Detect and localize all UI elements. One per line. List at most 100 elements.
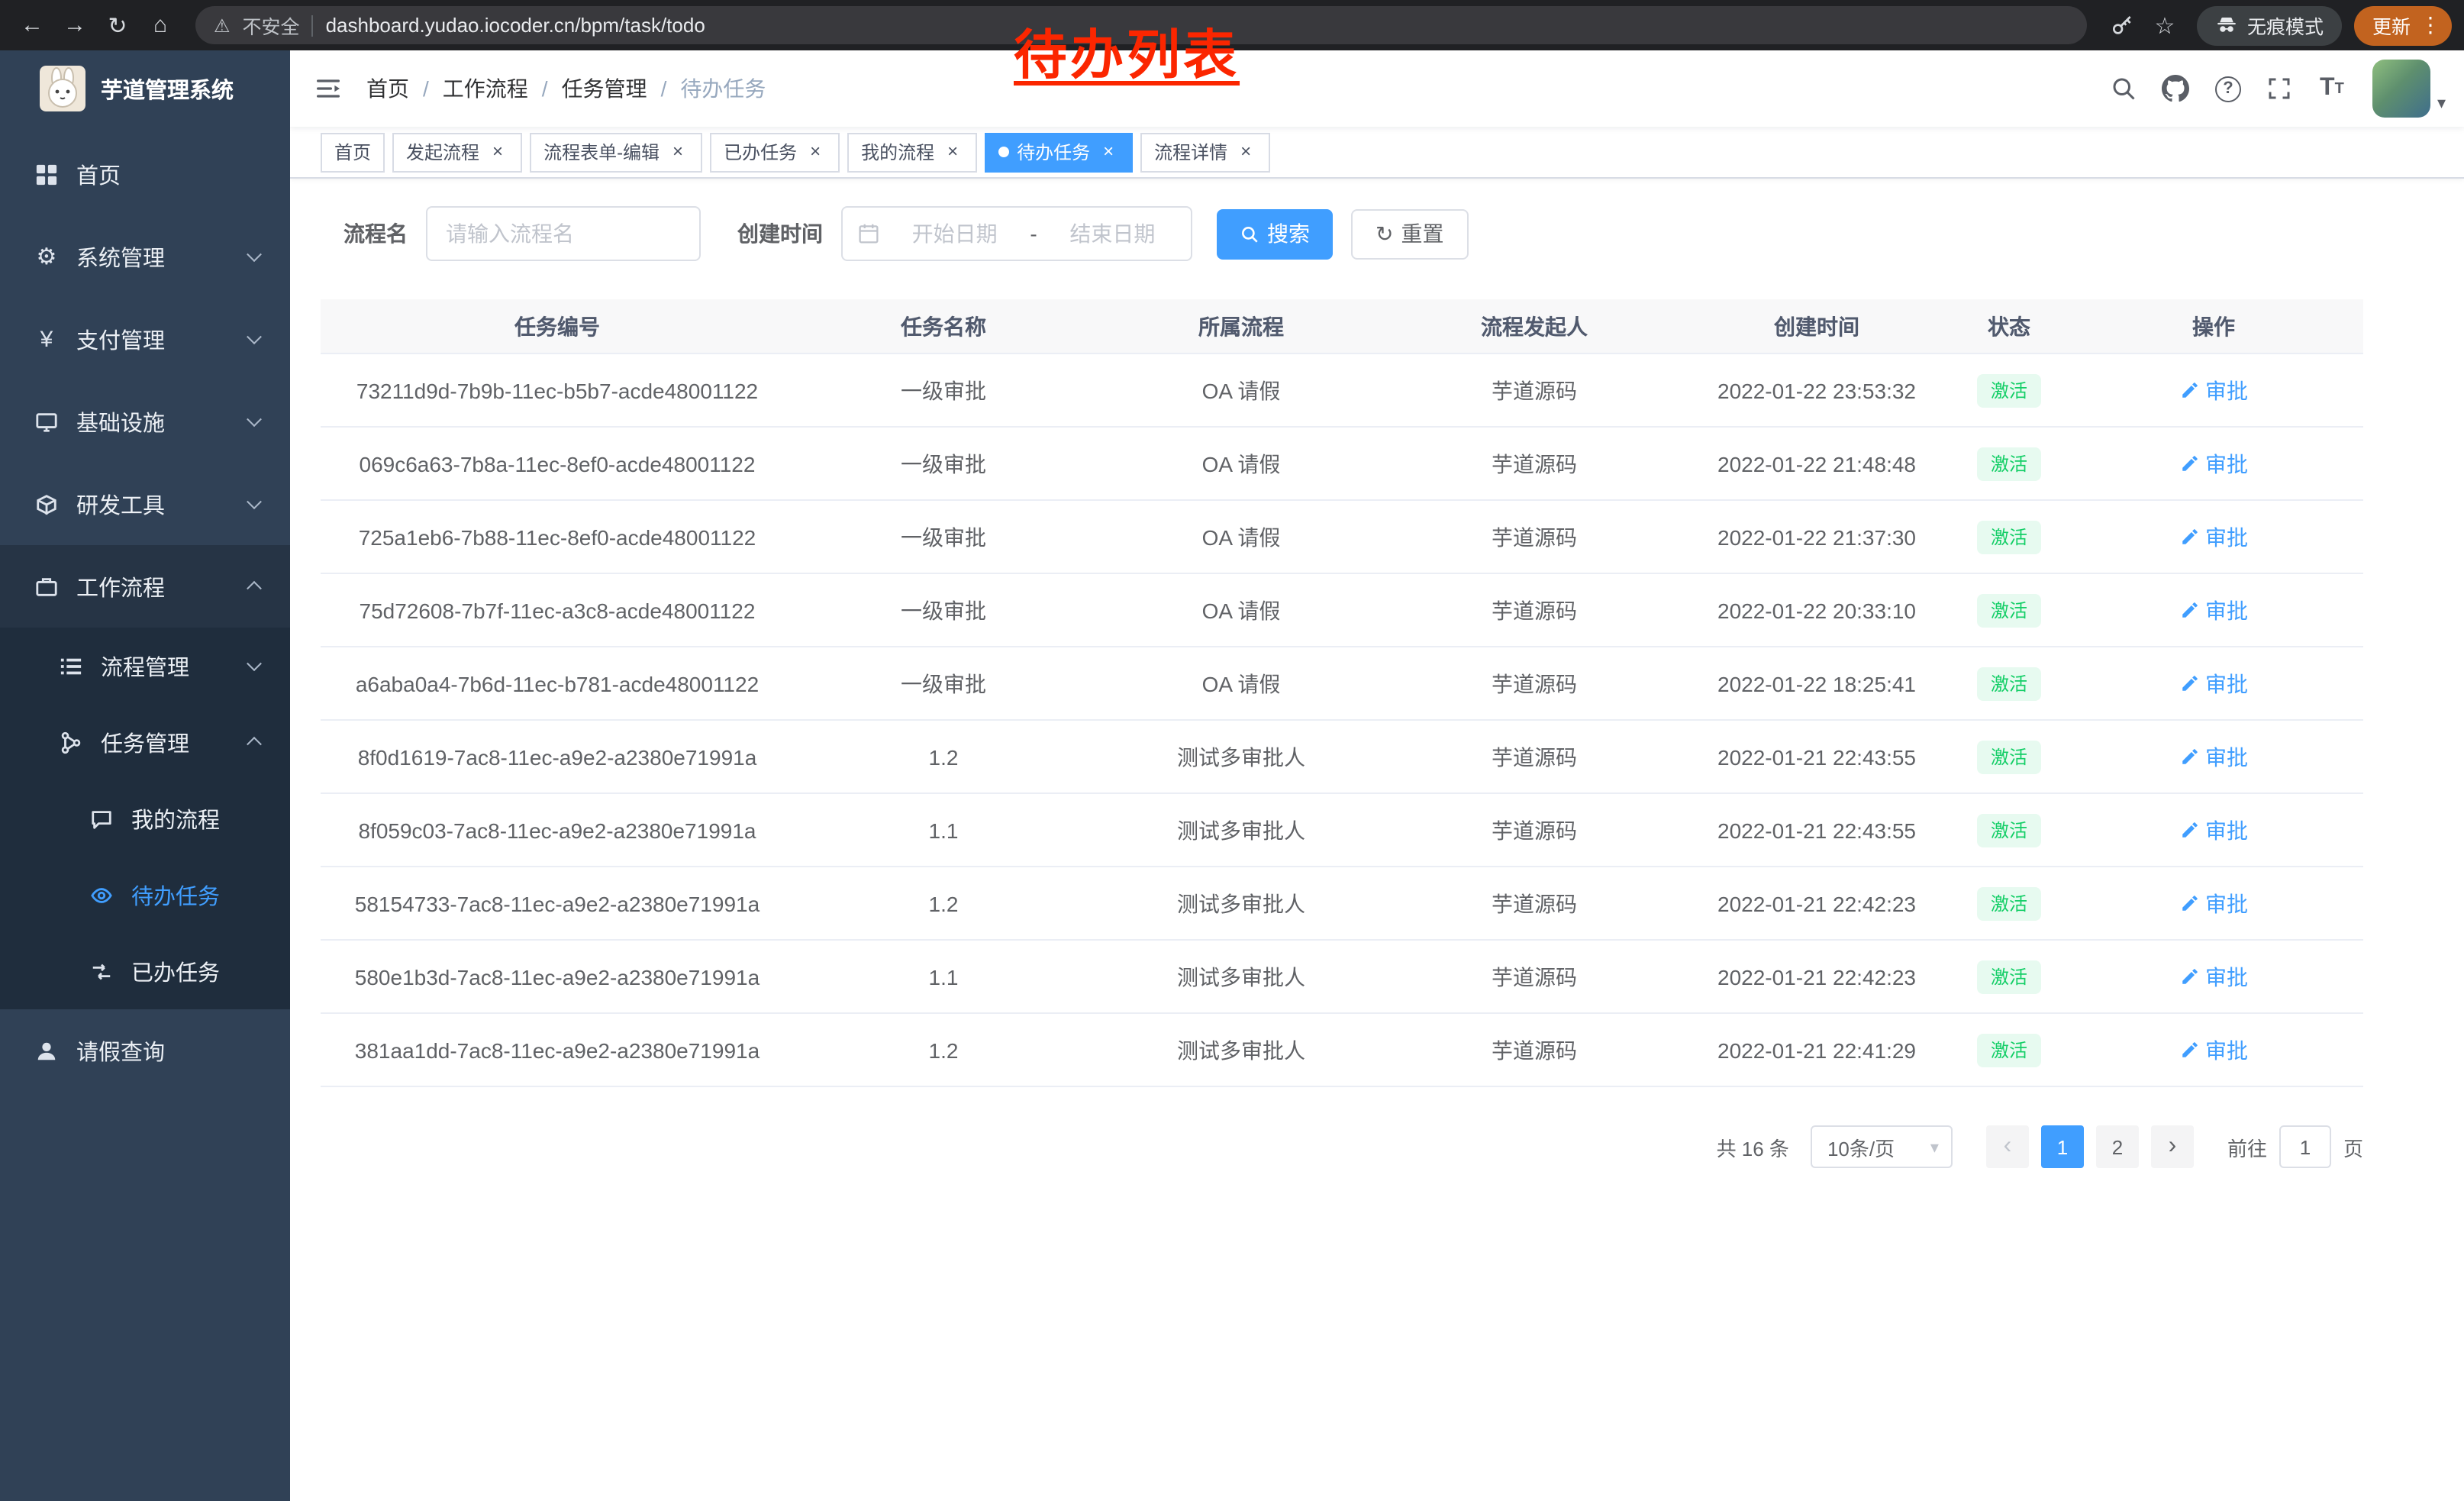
menu-dots-icon[interactable]: ⋮: [2418, 12, 2443, 38]
home-icon[interactable]: ⌂: [140, 5, 180, 45]
search-button[interactable]: 搜索: [1217, 208, 1333, 259]
status-cell: 激活: [1954, 520, 2064, 554]
back-icon[interactable]: ←: [12, 5, 52, 45]
approve-link[interactable]: 审批: [2179, 375, 2248, 405]
hamburger-icon[interactable]: [290, 73, 366, 104]
sidebar-item-process-management[interactable]: 流程管理: [0, 628, 290, 704]
close-icon[interactable]: ×: [1235, 141, 1256, 163]
breadcrumb-item[interactable]: 工作流程: [443, 73, 528, 104]
star-icon[interactable]: ☆: [2145, 5, 2185, 45]
tab-todo-tasks[interactable]: 待办任务 ×: [985, 132, 1133, 172]
font-size-icon[interactable]: TT: [2309, 66, 2355, 111]
page-button-1[interactable]: 1: [2041, 1125, 2084, 1168]
goto-label: 前往: [2227, 1132, 2267, 1161]
status-cell: 激活: [1954, 1033, 2064, 1067]
tab-home[interactable]: 首页: [321, 132, 385, 172]
status-cell: 激活: [1954, 960, 2064, 993]
close-icon[interactable]: ×: [805, 141, 826, 163]
sidebar-item-system[interactable]: ⚙ 系统管理: [0, 215, 290, 298]
tab-form-edit[interactable]: 流程表单-编辑 ×: [530, 132, 702, 172]
github-icon[interactable]: [2153, 66, 2199, 111]
status-badge: 激活: [1977, 960, 2041, 993]
status-cell: 激活: [1954, 740, 2064, 773]
update-button[interactable]: 更新 ⋮: [2354, 5, 2452, 45]
search-icon[interactable]: [2101, 66, 2147, 111]
approve-label: 审批: [2205, 521, 2248, 552]
breadcrumb-item[interactable]: 首页: [366, 73, 409, 104]
goto-unit-label: 页: [2343, 1132, 2363, 1161]
top-navbar: 首页 / 工作流程 / 任务管理 / 待办任务 ?: [290, 50, 2464, 127]
approve-link[interactable]: 审批: [2179, 595, 2248, 625]
approve-label: 审批: [2205, 448, 2248, 479]
process-name-input[interactable]: [426, 206, 701, 261]
approve-link[interactable]: 审批: [2179, 668, 2248, 699]
tab-process-detail[interactable]: 流程详情 ×: [1140, 132, 1270, 172]
sidebar-item-home[interactable]: 首页: [0, 133, 290, 215]
fullscreen-icon[interactable]: [2257, 66, 2303, 111]
edit-icon: [2179, 454, 2199, 473]
column-header: 流程发起人: [1389, 311, 1679, 341]
approve-link[interactable]: 审批: [2179, 961, 2248, 992]
sidebar-item-task-management[interactable]: 任务管理: [0, 704, 290, 780]
address-bar[interactable]: ⚠ 不安全 dashboard.yudao.iocoder.cn/bpm/tas…: [195, 6, 2087, 44]
sidebar-item-my-process[interactable]: 我的流程: [0, 780, 290, 857]
reset-button[interactable]: ↻ 重置: [1351, 208, 1468, 259]
status-cell: 激活: [1954, 667, 2064, 700]
process-name-label: 流程名: [343, 218, 408, 249]
key-icon[interactable]: [2102, 5, 2142, 45]
approve-link[interactable]: 审批: [2179, 448, 2248, 479]
task-id-cell: 381aa1dd-7ac8-11ec-a9e2-a2380e71991a: [321, 1038, 794, 1062]
date-range-picker[interactable]: 开始日期 - 结束日期: [841, 206, 1192, 261]
forward-icon[interactable]: →: [55, 5, 95, 45]
breadcrumb-current: 待办任务: [680, 73, 766, 104]
goto-page-input[interactable]: [2279, 1125, 2331, 1168]
column-header: 操作: [2064, 311, 2363, 341]
column-header: 状态: [1954, 311, 2064, 341]
approve-label: 审批: [2205, 888, 2248, 918]
sidebar-item-devtools[interactable]: 研发工具: [0, 463, 290, 545]
tab-done-tasks[interactable]: 已办任务 ×: [710, 132, 840, 172]
sidebar-item-done-tasks[interactable]: 已办任务: [0, 933, 290, 1009]
tab-start-process[interactable]: 发起流程 ×: [392, 132, 522, 172]
status-cell: 激活: [1954, 447, 2064, 480]
logo[interactable]: 芋道管理系统: [0, 50, 290, 127]
approve-link[interactable]: 审批: [2179, 741, 2248, 772]
close-icon[interactable]: ×: [667, 141, 689, 163]
approve-link[interactable]: 审批: [2179, 888, 2248, 918]
edit-icon: [2179, 527, 2199, 547]
edit-icon: [2179, 820, 2199, 840]
next-page-button[interactable]: ›: [2151, 1125, 2194, 1168]
approve-link[interactable]: 审批: [2179, 521, 2248, 552]
sidebar-item-todo-tasks[interactable]: 待办任务: [0, 857, 290, 933]
sidebar-item-workflow[interactable]: 工作流程: [0, 545, 290, 628]
tab-my-process[interactable]: 我的流程 ×: [847, 132, 977, 172]
sidebar-item-leave-query[interactable]: 请假查询: [0, 1009, 290, 1092]
sidebar-item-payment[interactable]: ¥ 支付管理: [0, 298, 290, 380]
page-button-2[interactable]: 2: [2096, 1125, 2139, 1168]
sidebar-item-infrastructure[interactable]: 基础设施: [0, 380, 290, 463]
help-icon[interactable]: ?: [2205, 66, 2251, 111]
table-row: 75d72608-7b7f-11ec-a3c8-acde48001122一级审批…: [321, 574, 2363, 647]
page-size-select[interactable]: 10条/页 ▾: [1811, 1125, 1953, 1168]
prev-page-button[interactable]: ‹: [1986, 1125, 2029, 1168]
menu-label: 基础设施: [76, 405, 165, 437]
table-body: 73211d9d-7b9b-11ec-b5b7-acde48001122一级审批…: [321, 354, 2363, 1087]
breadcrumb-item[interactable]: 任务管理: [562, 73, 647, 104]
process-cell: OA 请假: [1093, 595, 1389, 625]
approve-link[interactable]: 审批: [2179, 815, 2248, 845]
task-name-cell: 1.2: [794, 891, 1093, 915]
close-icon[interactable]: ×: [942, 141, 963, 163]
menu-label: 首页: [76, 158, 121, 190]
close-icon[interactable]: ×: [487, 141, 508, 163]
reload-icon[interactable]: ↻: [98, 5, 137, 45]
close-icon[interactable]: ×: [1098, 141, 1119, 163]
user-menu[interactable]: ▾: [2373, 60, 2446, 118]
process-cell: OA 请假: [1093, 521, 1389, 552]
logo-avatar: [40, 66, 85, 111]
action-cell: 审批: [2064, 815, 2363, 845]
initiator-cell: 芋道源码: [1389, 815, 1679, 845]
initiator-cell: 芋道源码: [1389, 448, 1679, 479]
approve-link[interactable]: 审批: [2179, 1035, 2248, 1065]
table-row: 381aa1dd-7ac8-11ec-a9e2-a2380e71991a1.2测…: [321, 1014, 2363, 1087]
chevron-down-icon: [247, 412, 262, 427]
